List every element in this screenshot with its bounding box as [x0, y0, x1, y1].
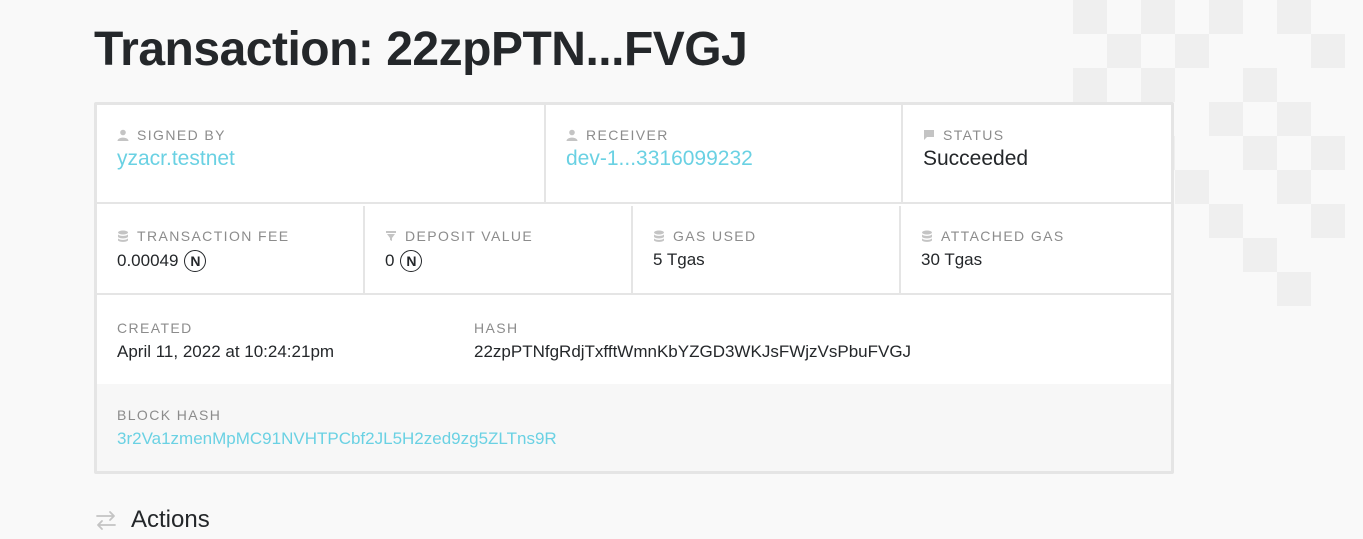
near-token-icon: N [184, 250, 207, 272]
hash-label: HASH [474, 320, 519, 336]
signed-by-account-link[interactable]: yzacr.testnet [117, 147, 524, 171]
filter-icon [385, 230, 397, 242]
page-title: Transaction: 22zpPTN...FVGJ [94, 23, 748, 76]
details-row: CREATED April 11, 2022 at 10:24:21pm HAS… [97, 296, 1171, 384]
deposit-value-label: DEPOSIT VALUE [405, 228, 534, 244]
block-hash-label: BLOCK HASH [117, 407, 222, 423]
deposit-value-cell: DEPOSIT VALUE 0 N [365, 206, 633, 293]
status-cell: STATUS Succeeded [903, 105, 1171, 202]
comment-icon [923, 129, 935, 141]
metrics-row: TRANSACTION FEE 0.00049 N DEPOSIT VALUE … [97, 206, 1171, 295]
created-cell: CREATED April 11, 2022 at 10:24:21pm [97, 296, 454, 384]
database-icon [117, 230, 129, 242]
block-hash-link[interactable]: 3r2Va1zmenMpMC91NVHTPCbf2JL5H2zed9zg5ZLT… [117, 429, 557, 449]
transaction-fee-label: TRANSACTION FEE [137, 228, 290, 244]
attached-gas-cell: ATTACHED GAS 30 Tgas [901, 206, 1171, 293]
deposit-value-amount: 0 [385, 251, 395, 270]
transaction-details-card: SIGNED BY yzacr.testnet RECEIVER dev-1..… [94, 102, 1174, 474]
transfer-arrows-icon [94, 508, 118, 532]
gas-used-cell: GAS USED 5 Tgas [633, 206, 901, 293]
user-icon [566, 129, 578, 141]
actions-title: Actions [131, 506, 210, 533]
block-hash-row: BLOCK HASH 3r2Va1zmenMpMC91NVHTPCbf2JL5H… [97, 384, 1171, 471]
near-token-icon: N [400, 250, 423, 272]
status-label: STATUS [943, 127, 1005, 143]
hash-value: 22zpPTNfgRdjTxfftWmnKbYZGD3WKJsFWjzVsPbu… [474, 342, 912, 361]
hash-cell: HASH 22zpPTNfgRdjTxfftWmnKbYZGD3WKJsFWjz… [454, 296, 1171, 384]
attached-gas-label: ATTACHED GAS [941, 228, 1065, 244]
created-label: CREATED [117, 320, 193, 336]
receiver-label: RECEIVER [586, 127, 669, 143]
actions-section-header: Actions [94, 506, 210, 534]
transaction-fee-value: 0.00049 [117, 251, 179, 270]
gas-used-value: 5 Tgas [653, 250, 705, 269]
signed-by-cell: SIGNED BY yzacr.testnet [97, 105, 546, 202]
created-value: April 11, 2022 at 10:24:21pm [117, 342, 335, 361]
status-value: Succeeded [923, 147, 1029, 170]
receiver-account-link[interactable]: dev-1...3316099232 [566, 147, 881, 171]
receiver-cell: RECEIVER dev-1...3316099232 [546, 105, 903, 202]
transaction-fee-cell: TRANSACTION FEE 0.00049 N [97, 206, 365, 293]
user-icon [117, 129, 129, 141]
summary-row: SIGNED BY yzacr.testnet RECEIVER dev-1..… [97, 105, 1171, 204]
database-icon [653, 230, 665, 242]
block-hash-cell: BLOCK HASH 3r2Va1zmenMpMC91NVHTPCbf2JL5H… [97, 384, 577, 471]
signed-by-label: SIGNED BY [137, 127, 226, 143]
attached-gas-value: 30 Tgas [921, 250, 983, 269]
gas-used-label: GAS USED [673, 228, 757, 244]
database-icon [921, 230, 933, 242]
